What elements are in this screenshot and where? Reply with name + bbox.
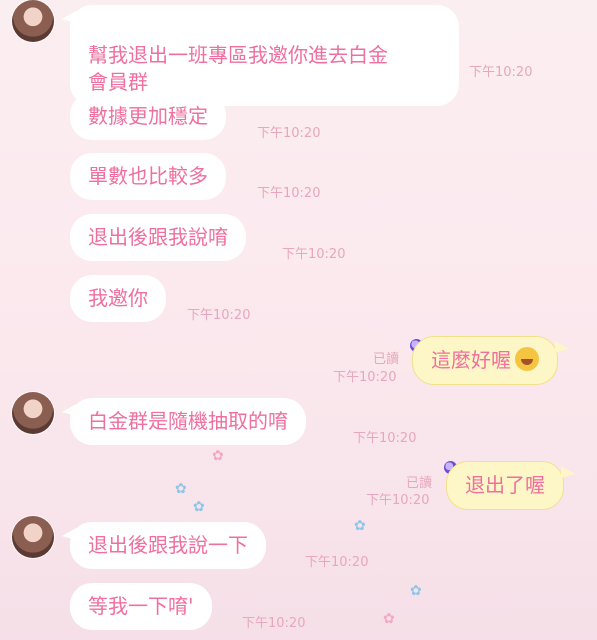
read-receipt: 已讀 [373, 352, 400, 367]
message-time: 下午10:20 [187, 308, 251, 323]
message-time: 下午10:20 [257, 126, 321, 141]
flower-decoration: ✿ [354, 518, 366, 534]
message-time: 下午10:20 [305, 555, 369, 570]
incoming-message-bubble[interactable]: 等我一下唷' [70, 583, 212, 630]
incoming-message-bubble[interactable]: 退出後跟我說唷 [70, 214, 246, 261]
incoming-message-bubble[interactable]: 退出後跟我說一下 [62, 522, 266, 569]
incoming-message-bubble[interactable]: 數據更加穩定 [70, 93, 226, 140]
message-text: 退出了喔 [465, 473, 545, 497]
message-time: 下午10:20 [257, 186, 321, 201]
flower-decoration: ✿ [175, 481, 187, 497]
message-time: 下午10:20 [366, 493, 430, 508]
message-text: 這麼好喔 [431, 348, 511, 372]
rolling-on-floor-laughing-emoji-icon [515, 347, 539, 371]
message-time: 下午10:20 [469, 65, 533, 80]
incoming-message-bubble[interactable]: 白金群是隨機抽取的唷 [62, 398, 306, 445]
avatar[interactable] [12, 516, 54, 558]
avatar[interactable] [12, 0, 54, 42]
flower-decoration: ✿ [410, 583, 422, 599]
flower-decoration: ✿ [383, 611, 395, 627]
incoming-message-bubble[interactable]: 幫我退出一班專區我邀你進去白金 會員群 [62, 5, 459, 106]
message-text: 白金群是隨機抽取的唷 [88, 409, 288, 433]
message-text: 退出後跟我說一下 [88, 533, 248, 557]
flower-decoration: ✿ [193, 499, 205, 515]
message-time: 下午10:20 [333, 370, 397, 385]
message-text: 數據更加穩定 [88, 104, 208, 128]
message-time: 下午10:20 [242, 616, 306, 631]
message-text: 等我一下唷' [88, 594, 194, 618]
message-time: 下午10:20 [353, 431, 417, 446]
message-text: 幫我退出一班專區我邀你進去白金 會員群 [88, 43, 388, 94]
incoming-message-bubble[interactable]: 單數也比較多 [70, 153, 226, 200]
outgoing-message-bubble[interactable]: 退出了喔 [446, 461, 575, 510]
incoming-message-bubble[interactable]: 我邀你 [70, 275, 166, 322]
flower-decoration: ✿ [212, 448, 224, 464]
avatar[interactable] [12, 392, 54, 434]
outgoing-message-bubble[interactable]: 這麼好喔 [412, 336, 569, 385]
message-time: 下午10:20 [282, 247, 346, 262]
message-text: 我邀你 [88, 286, 148, 310]
message-text: 單數也比較多 [88, 164, 208, 188]
message-text: 退出後跟我說唷 [88, 225, 228, 249]
